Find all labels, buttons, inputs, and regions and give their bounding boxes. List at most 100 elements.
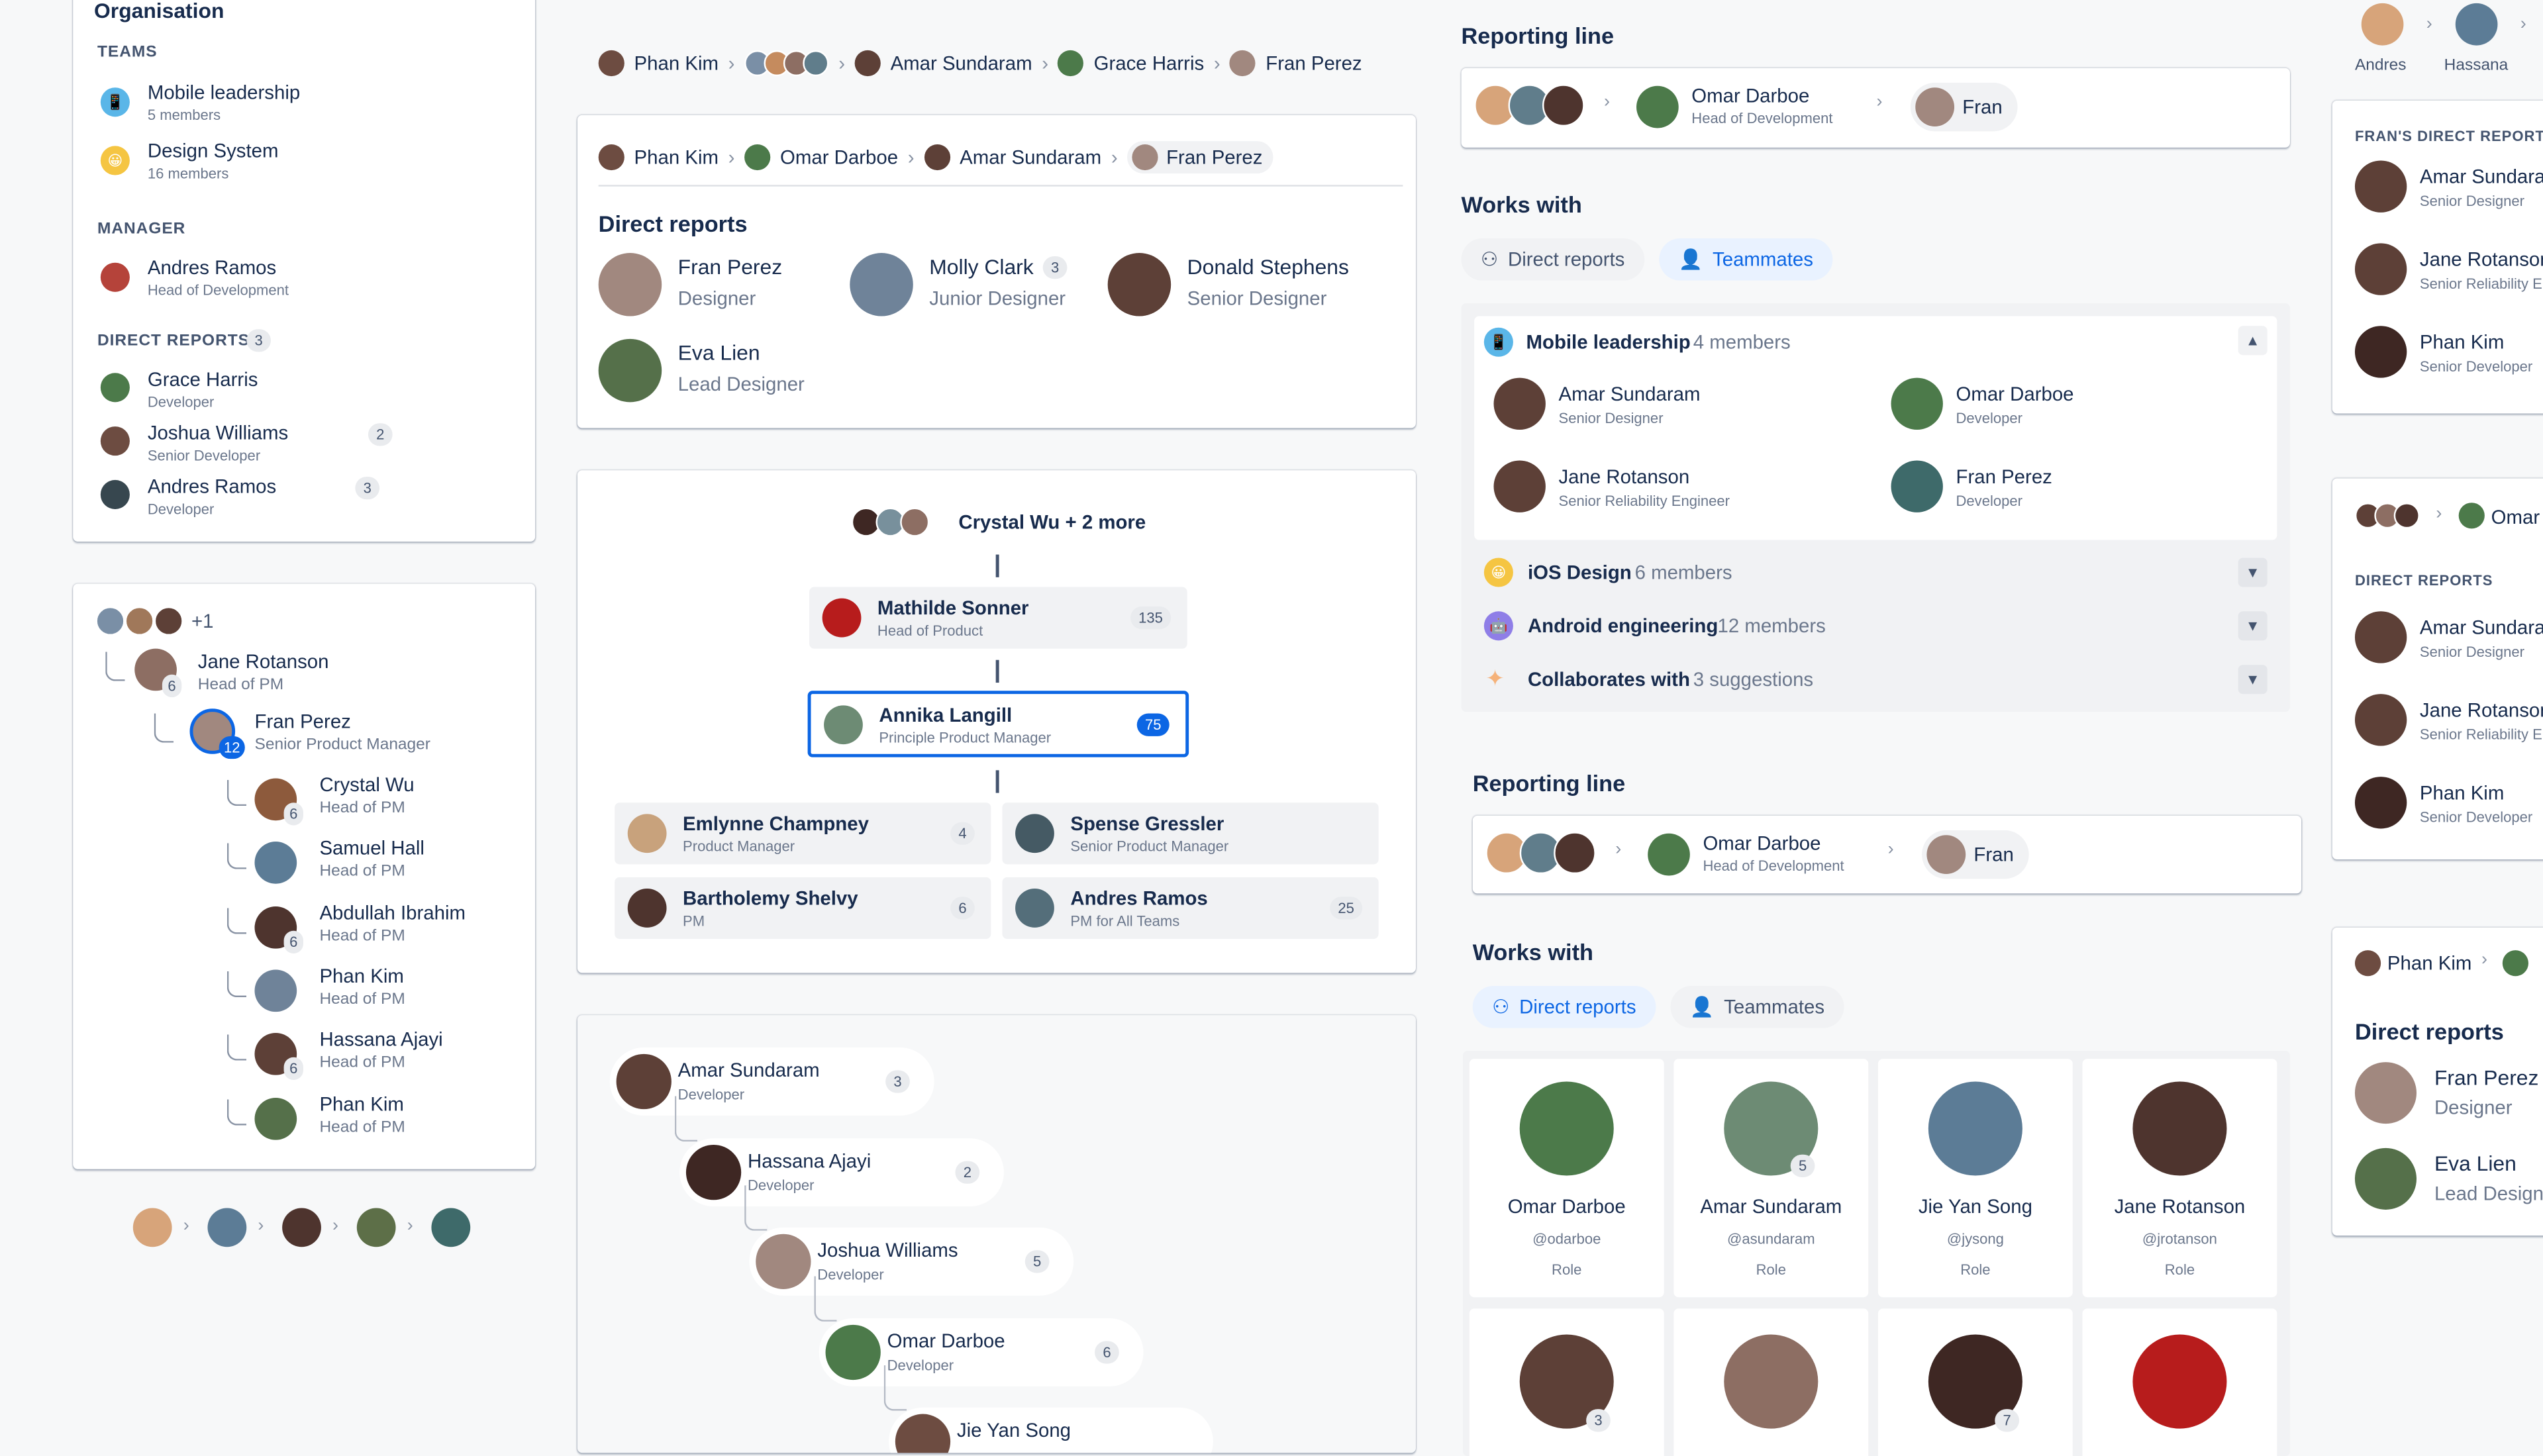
breadcrumb-item[interactable]: Omar Darboe: [780, 146, 898, 168]
avatar: [854, 50, 881, 77]
chain-item[interactable]: Hassana Ajayi Developer 2: [679, 1137, 1004, 1206]
chain-item[interactable]: Omar Darboe Developer 6: [819, 1317, 1144, 1386]
tree-node[interactable]: Phan Kim Head of PM: [254, 1092, 514, 1140]
report-person[interactable]: Donald Stephens Senior Designer: [1107, 253, 1400, 321]
list-item[interactable]: Amar Sundaram Senior Designer: [2354, 160, 2543, 218]
breadcrumb-item[interactable]: Phan Kim: [634, 52, 719, 74]
node-role: Head of PM: [319, 926, 405, 945]
member-item[interactable]: Amar Sundaram Senior Designer: [1493, 377, 1851, 436]
person-card[interactable]: Jane Rotanson @jrotanson Role: [2082, 1059, 2277, 1298]
avatar[interactable]: [282, 1208, 321, 1247]
expand-button[interactable]: ▼: [2238, 558, 2268, 587]
person-card[interactable]: Jie Yan Song @jysong Role: [1877, 1059, 2073, 1298]
breadcrumb-item[interactable]: Fran Perez: [1266, 52, 1362, 74]
expand-button[interactable]: ▼: [2238, 665, 2268, 695]
group-row[interactable]: 🤖 Android engineering 12 members ▼: [1483, 611, 2279, 644]
chevron-right-icon: ›: [1887, 840, 1894, 859]
expand-button[interactable]: ▼: [2238, 611, 2268, 641]
person-role: Senior Developer: [2419, 809, 2533, 826]
person-card[interactable]: 3: [1469, 1308, 1664, 1456]
report-person[interactable]: Eva Lien Lead Designer: [2354, 1147, 2543, 1213]
group-row[interactable]: 😀 iOS Design 6 members ▼: [1483, 558, 2279, 590]
avatar-stack[interactable]: [744, 50, 829, 77]
chain-item[interactable]: Joshua Williams Developer 5: [749, 1227, 1074, 1296]
breadcrumb-current[interactable]: Fran Perez: [1127, 141, 1274, 174]
tab-teammates[interactable]: 👤 Teammates: [1670, 985, 1844, 1028]
org-node[interactable]: Andres Ramos PM for All Teams 25: [1002, 877, 1379, 939]
tree-node[interactable]: 6 Crystal Wu Head of PM: [254, 773, 514, 826]
breadcrumb-item[interactable]: Phan Kim: [634, 146, 719, 168]
org-node-level1[interactable]: Mathilde Sonner Head of Product 135: [809, 587, 1187, 649]
tree-node-selected[interactable]: 12 Fran Perez Senior Product Manager: [189, 707, 530, 762]
breadcrumb-item[interactable]: Grace Harris: [1094, 52, 1205, 74]
report-person[interactable]: Molly Clark 3 Junior Designer: [850, 253, 1093, 321]
member-item[interactable]: Fran Perez Developer: [1891, 460, 2248, 519]
list-item[interactable]: Andres Ramos 3 Developer: [97, 470, 503, 518]
tab-direct-reports[interactable]: ⚇ Direct reports: [1461, 238, 1644, 281]
tab-direct-reports[interactable]: ⚇ Direct reports: [1472, 985, 1656, 1028]
list-item[interactable]: Phan Kim Senior Developer: [2354, 777, 2543, 835]
node-name: Spense Gressler: [1070, 812, 1224, 836]
team-item-mobile[interactable]: 📱 Mobile leadership 5 members: [97, 78, 503, 126]
person-card[interactable]: Omar Darboe @odarboe Role: [1469, 1059, 1664, 1298]
breadcrumb-item[interactable]: Amar Sundaram: [960, 146, 1101, 168]
org-node[interactable]: Emlynne Champney Product Manager 4: [615, 802, 991, 865]
avatar[interactable]: [207, 1208, 247, 1247]
list-item[interactable]: Grace Harris Developer: [97, 364, 503, 412]
tree-node[interactable]: Phan Kim Head of PM: [254, 965, 514, 1013]
person-card[interactable]: 7: [1877, 1308, 2073, 1456]
tab-teammates[interactable]: 👤 Teammates: [1659, 238, 1833, 281]
tree-node[interactable]: Samuel Hall Head of PM: [254, 837, 514, 885]
current-person[interactable]: Fran: [1922, 830, 2029, 879]
avatar: [2354, 950, 2381, 977]
breadcrumb-item[interactable]: Omar: [2491, 506, 2540, 528]
breadcrumb-item[interactable]: Phan Kim: [2387, 952, 2471, 975]
avatar[interactable]: [132, 1208, 172, 1247]
org-node[interactable]: Spense Gressler Senior Product Manager: [1002, 802, 1379, 865]
person-card[interactable]: [1673, 1308, 1869, 1456]
org-node[interactable]: Bartholemy Shelvy PM 6: [615, 877, 991, 939]
chevron-right-icon: ›: [728, 146, 735, 169]
org-node-selected[interactable]: Annika Langill Principle Product Manager…: [807, 691, 1189, 757]
avatar[interactable]: [356, 1208, 396, 1247]
person-card[interactable]: [2082, 1308, 2277, 1456]
manager-item[interactable]: Omar Darboe Head of Development: [1648, 828, 1875, 880]
report-person[interactable]: Fran Perez Designer: [598, 253, 826, 321]
list-item[interactable]: Jane Rotanson Senior Reliability Engineer: [2354, 694, 2543, 752]
report-count: 3: [355, 477, 380, 500]
manager-item[interactable]: Omar Darboe Head of Development: [1636, 81, 1864, 132]
avatar[interactable]: [2361, 3, 2404, 46]
manager-item[interactable]: Andres Ramos Head of Development: [97, 253, 503, 301]
group-row[interactable]: ✦ Collaborates with 3 suggestions ▼: [1484, 665, 2279, 697]
breadcrumb-item[interactable]: Amar Sundaram: [891, 52, 1032, 74]
avatar: [2354, 1147, 2417, 1210]
person-card[interactable]: 5 Amar Sundaram @asundaram Role: [1673, 1059, 1869, 1298]
collapse-button[interactable]: ▲: [2238, 326, 2268, 356]
direct-reports-title: Direct reports: [598, 211, 748, 237]
top-avatars[interactable]: Crystal Wu + 2 more: [851, 506, 1176, 538]
team-name[interactable]: Mobile leadership: [1526, 331, 1691, 354]
chain-item[interactable]: Jie Yan Song: [889, 1407, 1213, 1453]
report-name: Andres Ramos: [147, 475, 277, 498]
tree-node[interactable]: 6 Hassana Ajayi Head of PM: [254, 1028, 514, 1081]
avatar: [125, 606, 154, 636]
avatar: [1636, 85, 1679, 128]
report-name: Joshua Williams: [147, 421, 289, 445]
tree-connector: [226, 1098, 247, 1125]
list-item[interactable]: Phan Kim Senior Developer: [2354, 326, 2543, 384]
avatar[interactable]: [2455, 3, 2498, 46]
section-label: FRAN'S DIRECT REPORTS: [2354, 128, 2543, 144]
report-person[interactable]: Eva Lien Lead Designer: [598, 338, 858, 407]
tree-node[interactable]: 6 Abdullah Ibrahim Head of PM: [254, 901, 514, 953]
avatar[interactable]: [431, 1208, 471, 1247]
tree-node-root[interactable]: 6 Jane Rotanson Head of PM: [134, 648, 507, 698]
list-item[interactable]: Jane Rotanson Senior Reliability Engineer: [2354, 243, 2543, 301]
member-item[interactable]: Jane Rotanson Senior Reliability Enginee…: [1493, 460, 1851, 519]
member-item[interactable]: Omar Darboe Developer: [1891, 377, 2248, 436]
chain-item[interactable]: Amar Sundaram Developer 3: [609, 1047, 934, 1116]
list-item[interactable]: Joshua Williams 2 Senior Developer: [97, 416, 503, 465]
list-item[interactable]: Amar Sundaram Senior Designer: [2354, 611, 2543, 669]
team-item-design-system[interactable]: 😀 Design System 16 members: [97, 136, 503, 185]
report-person[interactable]: Fran Perez Designer: [2354, 1062, 2543, 1127]
current-person[interactable]: Fran: [1910, 82, 2018, 132]
